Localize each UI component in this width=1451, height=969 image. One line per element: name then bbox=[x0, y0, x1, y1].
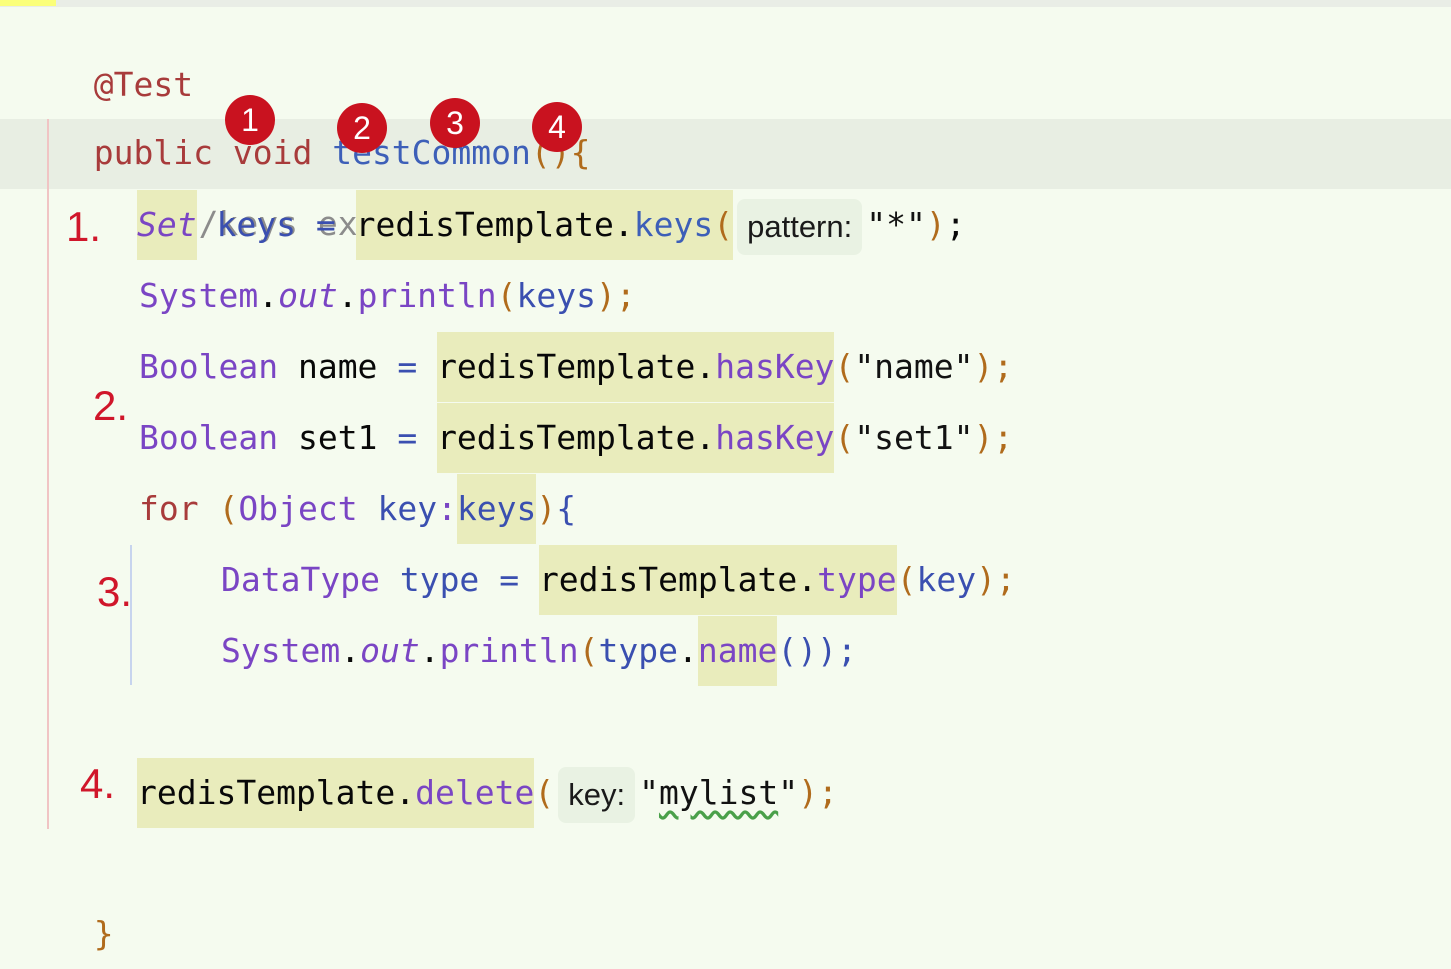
step-label-2: 2. bbox=[93, 382, 129, 429]
haskey-tail: ); bbox=[973, 418, 1014, 457]
tab-indicator bbox=[0, 0, 56, 6]
redis-template-ref: redisTemplate bbox=[137, 773, 396, 812]
badge-2: 2 bbox=[337, 103, 387, 153]
pattern-param-hint: pattern: bbox=[737, 198, 863, 255]
type-argument: type bbox=[598, 631, 679, 670]
keys-variable: keys bbox=[216, 205, 296, 244]
badge-3: 3 bbox=[430, 98, 480, 148]
step-label-4: 4. bbox=[80, 760, 116, 807]
for-loop-line[interactable]: for (Object key:keys){ bbox=[139, 474, 576, 544]
println-method: println bbox=[357, 276, 497, 315]
dot: . bbox=[613, 205, 634, 244]
delete-line[interactable]: redisTemplate.delete(key: "mylist"); bbox=[137, 758, 838, 828]
system-class: System bbox=[139, 276, 259, 315]
redis-template-ref: redisTemplate bbox=[437, 347, 696, 386]
boolean-type: Boolean bbox=[139, 418, 279, 457]
assign-operator: = bbox=[315, 205, 336, 244]
object-type: Object bbox=[238, 489, 358, 528]
keys-iterable: keys bbox=[456, 474, 537, 544]
step-label-3: 3. bbox=[97, 568, 133, 615]
type-tail: ); bbox=[976, 560, 1016, 599]
set-type: Set bbox=[137, 190, 197, 260]
println-method: println bbox=[439, 631, 579, 670]
boolean-type: Boolean bbox=[139, 347, 279, 386]
method-signature-line[interactable]: public void testCommon(){ bbox=[54, 48, 591, 172]
open-paren: ( bbox=[534, 773, 555, 812]
println-tail: ()); bbox=[777, 631, 857, 670]
open-paren: ( bbox=[713, 205, 734, 244]
mylist-argument: mylist bbox=[658, 773, 779, 812]
semicolon: ; bbox=[945, 205, 966, 244]
redis-template-ref: redisTemplate bbox=[437, 418, 696, 457]
editor-top-bar bbox=[0, 0, 1451, 7]
assign-operator: = bbox=[397, 347, 418, 386]
datatype-line[interactable]: DataType type = redisTemplate.type(key); bbox=[221, 545, 1016, 615]
out-field: out bbox=[360, 631, 420, 670]
println-keys-line[interactable]: System.out.println(keys); bbox=[139, 261, 636, 331]
haskey-name-line[interactable]: Boolean name = redisTemplate.hasKey("nam… bbox=[139, 332, 1013, 402]
datatype-type: DataType bbox=[221, 560, 380, 599]
haskey-tail: ); bbox=[973, 347, 1014, 386]
keys-line[interactable]: Set keys = redisTemplate.keys(pattern: "*… bbox=[137, 190, 966, 260]
key-variable: key bbox=[377, 489, 438, 528]
delete-method[interactable]: delete bbox=[415, 773, 534, 812]
colon: : bbox=[437, 489, 457, 528]
key-argument: key bbox=[916, 560, 977, 599]
pattern-argument: "*" bbox=[866, 205, 926, 244]
method-close-line[interactable]: } bbox=[54, 829, 114, 953]
method-close-brace: } bbox=[93, 914, 114, 953]
name-argument: "name" bbox=[854, 347, 974, 386]
badge-4: 4 bbox=[532, 102, 582, 152]
system-class: System bbox=[221, 631, 341, 670]
badge-1: 1 bbox=[225, 95, 275, 145]
haskey-method[interactable]: hasKey bbox=[715, 418, 834, 457]
close-paren: ) bbox=[925, 205, 946, 244]
redis-template-ref: redisTemplate bbox=[538, 560, 798, 599]
key-param-hint: key: bbox=[558, 766, 636, 823]
assign-operator: = bbox=[499, 560, 520, 599]
for-open-brace: { bbox=[556, 489, 577, 528]
out-field: out bbox=[278, 276, 338, 315]
method-scope-guide bbox=[47, 119, 49, 829]
open-paren: ( bbox=[218, 489, 239, 528]
println-type-line[interactable]: System.out.println(type.name()); bbox=[221, 616, 857, 686]
haskey-method[interactable]: hasKey bbox=[715, 347, 834, 386]
keys-argument: keys bbox=[516, 276, 597, 315]
haskey-set1-line[interactable]: Boolean set1 = redisTemplate.hasKey("set… bbox=[139, 403, 1013, 473]
println-tail: ); bbox=[596, 276, 636, 315]
assign-operator: = bbox=[397, 418, 418, 457]
set1-argument: "set1" bbox=[854, 418, 974, 457]
test-annotation[interactable]: @Test bbox=[54, 0, 193, 104]
type-method[interactable]: type bbox=[817, 560, 896, 599]
type-variable: type bbox=[399, 560, 480, 599]
delete-tail: ); bbox=[798, 773, 838, 812]
redis-template-ref: redisTemplate bbox=[355, 205, 614, 244]
close-paren: ) bbox=[536, 489, 557, 528]
set1-variable: set1 bbox=[297, 418, 378, 457]
for-close-line[interactable]: } bbox=[139, 687, 199, 811]
keys-method[interactable]: keys bbox=[634, 205, 713, 244]
for-keyword: for bbox=[139, 489, 199, 528]
step-label-1: 1. bbox=[66, 203, 102, 250]
name-variable: name bbox=[297, 347, 378, 386]
name-method[interactable]: name bbox=[697, 616, 778, 686]
